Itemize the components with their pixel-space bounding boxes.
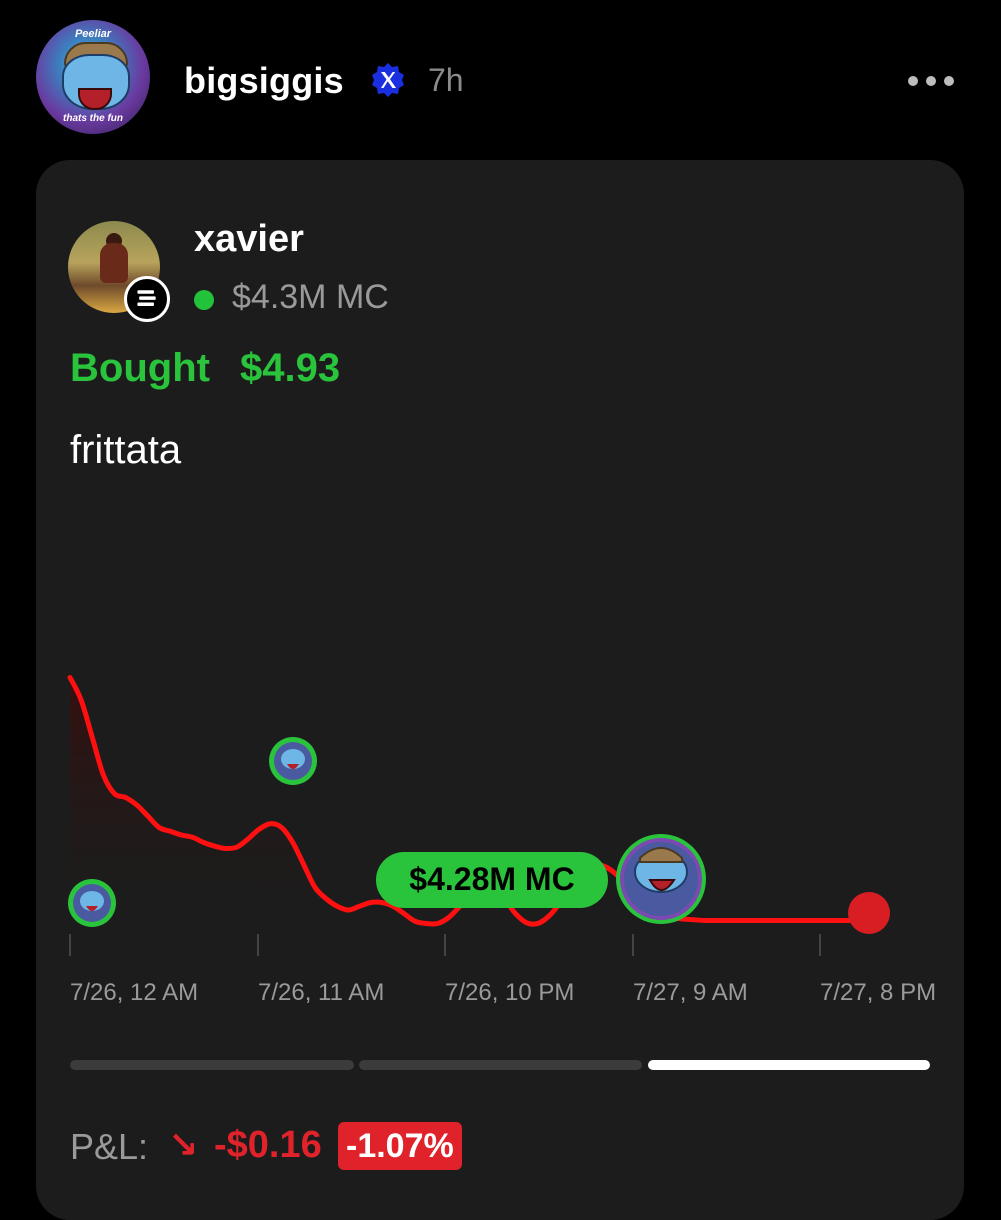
token-market-cap: $4.3M MC xyxy=(232,278,389,316)
more-dot-icon xyxy=(944,76,954,86)
post-header: Peeliar thats the fun bigsiggis 7h xyxy=(0,0,1001,160)
down-arrow-icon: ↘ xyxy=(168,1124,199,1165)
hover-market-cap-pill[interactable]: $4.28M MC xyxy=(376,852,608,908)
more-options-button[interactable] xyxy=(908,70,960,92)
trade-amount: $4.93 xyxy=(240,346,341,390)
pnl-label: P&L: xyxy=(70,1126,149,1167)
solana-icon xyxy=(124,276,170,322)
trade-action-label: Bought xyxy=(70,346,210,390)
trade-marker[interactable] xyxy=(269,737,317,785)
pnl-percent-badge: -1.07% xyxy=(338,1122,462,1170)
more-dot-icon xyxy=(926,76,936,86)
range-tab-2[interactable] xyxy=(359,1060,642,1070)
trade-marker[interactable] xyxy=(68,879,116,927)
current-trade-marker[interactable] xyxy=(616,834,706,924)
x-verified-badge-icon xyxy=(372,63,404,97)
more-dot-icon xyxy=(908,76,918,86)
author-avatar[interactable]: Peeliar thats the fun xyxy=(36,20,150,134)
range-tab-3[interactable] xyxy=(648,1060,930,1070)
post-time: 7h xyxy=(428,62,464,98)
live-status-dot xyxy=(194,290,214,310)
chart-end-point[interactable] xyxy=(848,892,890,934)
post-comment: frittata xyxy=(70,428,182,472)
token-avatar-figure xyxy=(100,243,128,283)
author-username[interactable]: bigsiggis xyxy=(184,60,344,102)
avatar-caption-top: Peeliar xyxy=(74,28,112,40)
pnl-amount: -$0.16 xyxy=(214,1124,322,1166)
avatar-caption-bottom: thats the fun xyxy=(63,113,123,124)
range-tab-1[interactable] xyxy=(70,1060,354,1070)
token-name[interactable]: xavier xyxy=(194,218,304,261)
hover-market-cap-text: $4.28M MC xyxy=(409,861,574,897)
